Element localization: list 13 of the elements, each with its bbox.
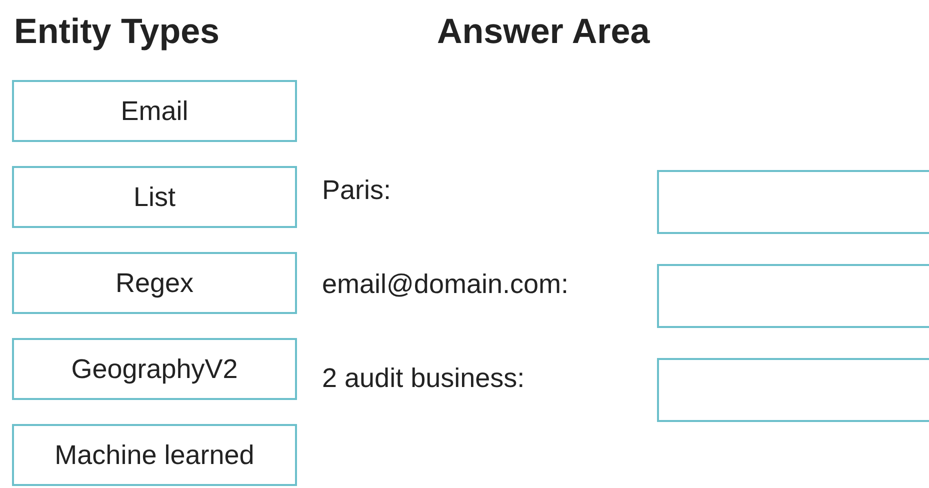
- row-label: Paris:: [321, 174, 392, 207]
- draggable-option[interactable]: Email: [12, 80, 297, 142]
- draggable-option[interactable]: Regex: [12, 252, 297, 314]
- drop-target[interactable]: [657, 170, 929, 234]
- draggable-option[interactable]: GeographyV2: [12, 338, 297, 400]
- draggable-option[interactable]: List: [12, 166, 297, 228]
- section-heading: Entity Types: [13, 12, 221, 53]
- row-label: email@domain.com:: [321, 268, 570, 301]
- row-label: 2 audit business:: [321, 362, 526, 395]
- draggable-option[interactable]: Machine learned: [12, 424, 297, 486]
- drop-target[interactable]: [657, 358, 929, 422]
- section-heading: Answer Area: [436, 12, 651, 53]
- drop-target[interactable]: [657, 264, 929, 328]
